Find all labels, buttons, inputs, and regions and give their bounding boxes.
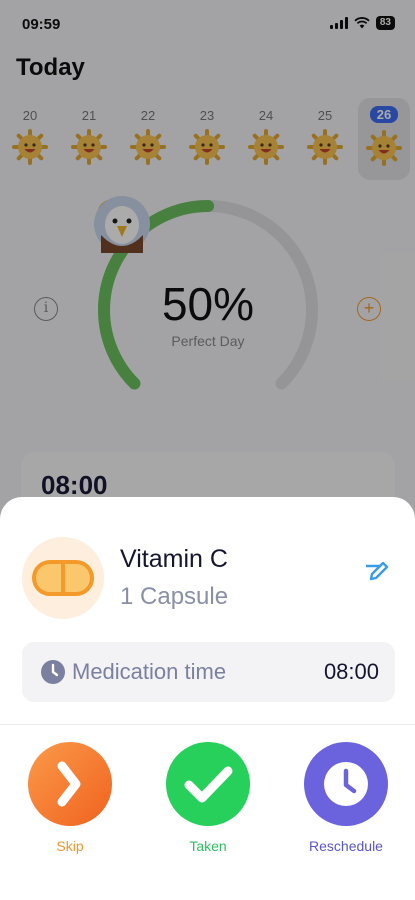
skip-button[interactable]: Skip [20,742,120,854]
medication-time-row[interactable]: Medication time 08:00 [22,642,395,702]
reschedule-circle[interactable] [304,742,388,826]
medication-name: Vitamin C [120,545,228,573]
taken-label: Taken [189,838,227,854]
chevron-right-icon [57,761,81,807]
edit-icon[interactable] [358,559,390,591]
taken-button[interactable]: Taken [158,742,258,854]
reschedule-label: Reschedule [309,838,383,854]
sheet-divider [0,724,415,725]
checkmark-icon [184,766,233,803]
medication-time-label: Medication time [72,659,227,684]
pill-avatar [22,537,104,619]
reschedule-button[interactable]: Reschedule [296,742,396,854]
clock-icon [41,660,65,684]
capsule-icon [32,560,94,596]
taken-circle[interactable] [166,742,250,826]
medication-dose: 1 Capsule [120,583,229,610]
medication-bottom-sheet: Vitamin C 1 Capsule Medication time 08:0… [0,497,415,900]
today-screen: 09:59 83 Today 20 21 22 23 24 25 26 i 50… [0,0,415,900]
medication-time-value: 08:00 [323,659,379,684]
skip-circle[interactable] [28,742,112,826]
skip-label: Skip [56,838,84,854]
clock-icon [324,762,368,806]
